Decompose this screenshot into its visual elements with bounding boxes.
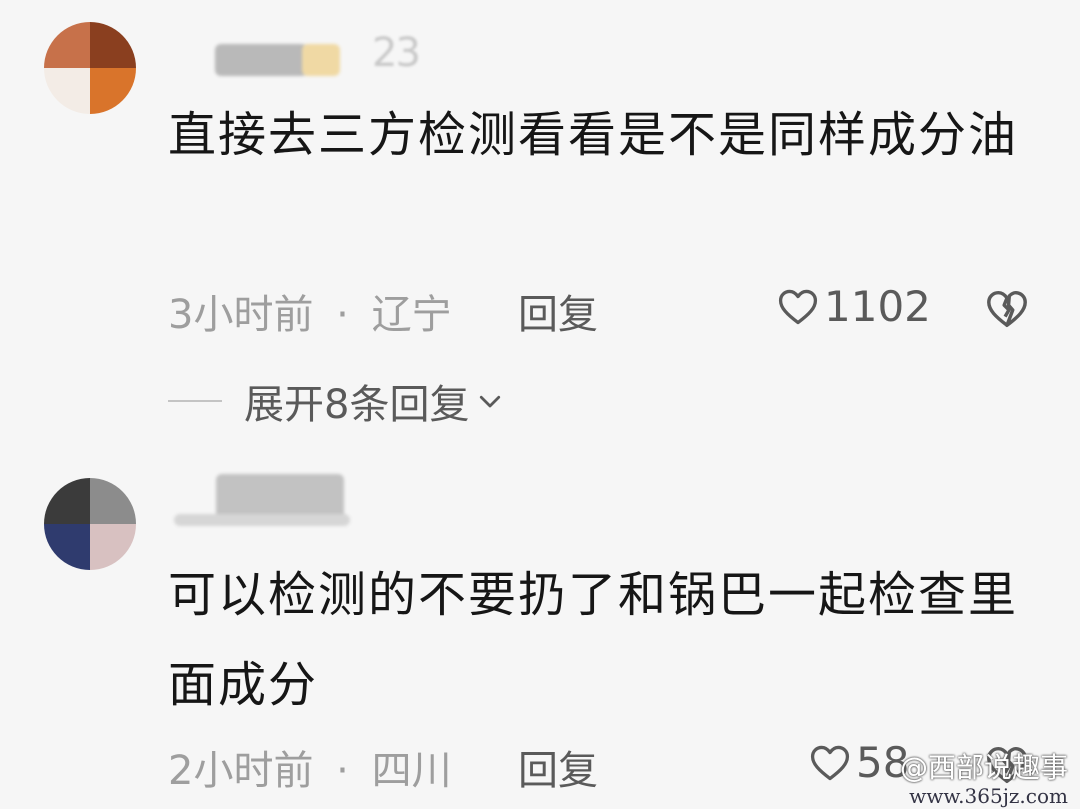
timestamp: 2小时前: [168, 748, 314, 794]
heart-outline-icon: [778, 289, 818, 324]
watermark-text: @西部说趣事: [899, 751, 1068, 784]
watermark: @西部说趣事 www.365jz.com: [900, 751, 1068, 807]
expand-replies-label: 展开8条回复: [244, 382, 470, 428]
like-button[interactable]: 1102: [776, 282, 931, 331]
divider-dash: [168, 400, 222, 402]
avatar[interactable]: [44, 22, 136, 114]
broken-heart-icon[interactable]: [984, 286, 1030, 332]
like-button[interactable]: 58: [808, 738, 909, 787]
location: 辽宁: [371, 292, 452, 338]
comment-body: 可以检测的不要扔了和锅巴一起检查里面成分: [168, 567, 1019, 713]
username-blurred[interactable]: [215, 44, 307, 76]
comment-meta: 3小时前 · 辽宁: [168, 282, 452, 340]
comment-1: 23 直接去三方检测看看是不是同样成分油 3小时前 · 辽宁 回复 1102 展…: [0, 0, 1080, 440]
chevron-down-icon: [480, 395, 501, 408]
heart-outline-icon: [810, 745, 850, 780]
comment-meta: 2小时前 · 四川: [168, 738, 452, 796]
reply-button[interactable]: 回复: [518, 738, 598, 796]
reply-button[interactable]: 回复: [518, 282, 598, 340]
avatar[interactable]: [44, 478, 136, 570]
username-tail: 23: [372, 30, 421, 76]
comment-body: 直接去三方检测看看是不是同样成分油: [168, 107, 1019, 163]
like-count: 1102: [824, 282, 931, 331]
separator-dot: ·: [336, 748, 349, 794]
watermark-url: www.365jz.com: [909, 784, 1068, 808]
timestamp: 3小时前: [168, 292, 314, 338]
location: 四川: [371, 748, 452, 794]
username-blurred-2: [302, 44, 340, 76]
username-blurred-2: [174, 514, 350, 526]
expand-replies[interactable]: 展开8条回复: [168, 372, 505, 430]
separator-dot: ·: [336, 292, 349, 338]
